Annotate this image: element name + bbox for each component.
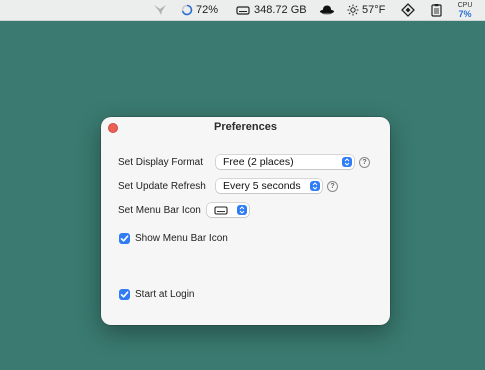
battery-percent: 72% (196, 4, 219, 16)
cpu-menu-extra[interactable]: CPU 7% (455, 0, 475, 20)
preferences-window: Preferences Set Display Format Free (2 p… (101, 117, 390, 325)
ufo-menu-extra[interactable] (319, 0, 335, 20)
bird-menu-extra[interactable] (153, 0, 167, 20)
cpu-value: 7% (458, 9, 472, 19)
weather-menu-extra[interactable]: 57°F (347, 0, 385, 20)
popup-arrows-icon (342, 157, 352, 167)
diamond-menu-extra[interactable] (401, 0, 415, 20)
display-format-label: Set Display Format (118, 157, 204, 168)
disk-free-space: 348.72 GB (254, 4, 307, 16)
ufo-icon (319, 4, 335, 16)
disk-icon (236, 5, 250, 15)
display-format-value: Free (2 places) (223, 156, 294, 168)
update-refresh-popup[interactable]: Every 5 seconds (216, 179, 322, 193)
display-format-help-icon[interactable]: ? (359, 157, 370, 168)
menu-bar-icon-popup[interactable] (207, 203, 249, 217)
start-at-login-checkbox[interactable] (119, 289, 130, 300)
update-refresh-label: Set Update Refresh (118, 181, 206, 192)
show-menu-bar-icon-checkbox[interactable] (119, 233, 130, 244)
menu-bar: 72% 348.72 GB 57°F CPU 7% (0, 0, 485, 21)
start-at-login-label[interactable]: Start at Login (135, 289, 194, 300)
display-format-popup[interactable]: Free (2 places) (216, 155, 354, 169)
clipboard-icon (431, 3, 442, 17)
popup-arrows-icon (310, 181, 320, 191)
bird-icon (153, 4, 167, 16)
battery-menu-extra[interactable]: 72% (181, 0, 218, 20)
show-menu-bar-icon-label[interactable]: Show Menu Bar Icon (135, 233, 228, 244)
title-bar[interactable]: Preferences (101, 117, 390, 139)
clipboard-menu-extra[interactable] (431, 0, 442, 20)
battery-ring-icon (181, 4, 193, 16)
sun-icon (347, 4, 359, 16)
temperature: 57°F (362, 4, 386, 16)
diamond-icon (401, 3, 415, 17)
update-refresh-value: Every 5 seconds (223, 180, 301, 192)
disk-icon (214, 205, 228, 218)
window-title: Preferences (214, 121, 277, 133)
popup-arrows-icon (237, 205, 247, 215)
menu-bar-icon-label: Set Menu Bar Icon (118, 205, 201, 216)
disk-menu-extra[interactable]: 348.72 GB (236, 0, 307, 20)
update-refresh-help-icon[interactable]: ? (327, 181, 338, 192)
